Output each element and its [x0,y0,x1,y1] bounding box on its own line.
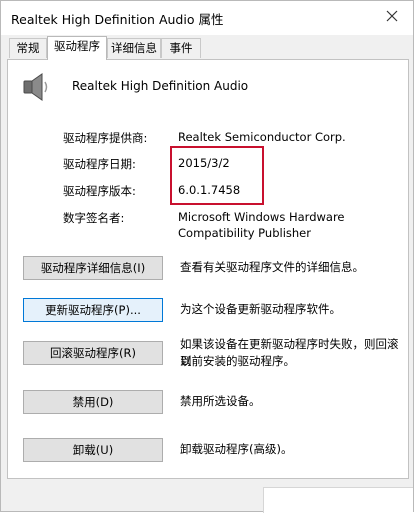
update-driver-desc: 为这个设备更新驱动程序软件。 [180,302,341,316]
rollback-driver-button[interactable]: 回滚驱动程序(R) [23,341,163,365]
tab-general[interactable]: 常规 [9,38,47,58]
version-label: 驱动程序版本: [63,184,136,198]
title-bar: Realtek High Definition Audio 属性 [1,1,413,35]
driver-details-button[interactable]: 驱动程序详细信息(I) [23,256,163,280]
device-name: Realtek High Definition Audio [72,79,249,93]
highlight-annotation [170,146,264,205]
provider-value: Realtek Semiconductor Corp. [178,130,346,144]
provider-label: 驱动程序提供商: [63,131,148,145]
driver-details-desc: 查看有关驱动程序文件的详细信息。 [180,260,364,274]
tab-driver[interactable]: 驱动程序 [47,36,107,60]
speaker-icon [23,73,48,101]
driver-tab-panel: Realtek High Definition Audio 驱动程序提供商: R… [7,59,409,479]
rollback-driver-desc-line2: 以前安装的驱动程序。 [180,354,295,368]
close-icon [386,10,398,22]
window-title: Realtek High Definition Audio 属性 [11,12,224,27]
uninstall-driver-desc: 卸载驱动程序(高级)。 [180,442,293,456]
uninstall-driver-button[interactable]: 卸载(U) [23,438,163,462]
tab-events[interactable]: 事件 [161,38,201,58]
tab-details[interactable]: 详细信息 [107,38,161,58]
date-label: 驱动程序日期: [63,157,136,171]
update-driver-button[interactable]: 更新驱动程序(P)... [23,298,163,322]
properties-dialog: Realtek High Definition Audio 属性 常规 驱动程序… [0,0,414,513]
dialog-button-partial[interactable] [263,487,413,513]
signer-value-line2: Compatibility Publisher [178,226,311,240]
signer-label: 数字签名者: [63,211,125,225]
disable-device-desc: 禁用所选设备。 [180,394,261,408]
disable-device-button[interactable]: 禁用(D) [23,390,163,414]
signer-value-line1: Microsoft Windows Hardware [178,210,345,224]
close-button[interactable] [371,1,413,31]
